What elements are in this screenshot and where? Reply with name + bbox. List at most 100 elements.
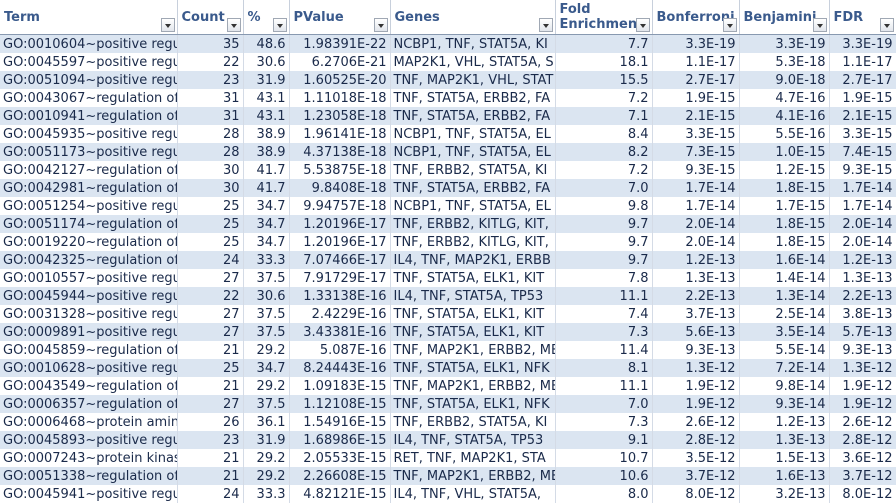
cell-bonf: 1.9E-12 [652, 395, 740, 413]
cell-benj: 2.5E-14 [739, 305, 830, 323]
column-header-pct[interactable]: % [243, 0, 290, 35]
cell-fold: 11.1 [555, 377, 653, 395]
cell-fdr: 3.8E-13 [829, 305, 896, 323]
filter-dropdown-icon[interactable] [635, 18, 650, 32]
cell-pct: 29.2 [243, 341, 290, 359]
table-row[interactable]: GO:0051338~regulation of 21 29.2 2.26608E-1… [0, 467, 896, 485]
cell-bonf: 2.1E-15 [652, 107, 740, 125]
cell-term: GO:0010604~positive regu [0, 34, 178, 53]
cell-fdr: 3.7E-12 [829, 467, 896, 485]
filter-dropdown-icon[interactable] [879, 18, 894, 32]
table-row[interactable]: GO:0051254~positive regu 25 34.7 9.94757E-1… [0, 197, 896, 215]
table-row[interactable]: GO:0042325~regulation of 24 33.3 7.07466E-1… [0, 251, 896, 269]
table-row[interactable]: GO:0010941~regulation of 31 43.1 1.23058E-1… [0, 107, 896, 125]
column-header-benj[interactable]: Benjamini [739, 0, 830, 35]
cell-bonf: 3.7E-13 [652, 305, 740, 323]
cell-term: GO:0051338~regulation of [0, 467, 178, 485]
cell-bonf: 3.5E-12 [652, 449, 740, 467]
cell-bonf: 1.9E-12 [652, 377, 740, 395]
cell-count: 31 [177, 107, 244, 125]
table-row[interactable]: GO:0043549~regulation of 21 29.2 1.09183E-1… [0, 377, 896, 395]
cell-genes: TNF, STAT5A, ELK1, KIT [390, 323, 556, 341]
table-row[interactable]: GO:0031328~positive regu 27 37.5 2.4229E-16… [0, 305, 896, 323]
cell-count: 31 [177, 89, 244, 107]
table-row[interactable]: GO:0007243~protein kinas 21 29.2 2.05533E-1… [0, 449, 896, 467]
table-row[interactable]: GO:0010628~positive regu 25 34.7 8.24443E-1… [0, 359, 896, 377]
cell-term: GO:0045935~positive regu [0, 125, 178, 143]
table-row[interactable]: GO:0045935~positive regu 28 38.9 1.96141E-1… [0, 125, 896, 143]
table-row[interactable]: GO:0042981~regulation of 30 41.7 9.8408E-18… [0, 179, 896, 197]
cell-fold: 9.7 [555, 215, 653, 233]
column-header-genes[interactable]: Genes [390, 0, 556, 35]
table-row[interactable]: GO:0006468~protein amin 26 36.1 1.54916E-15… [0, 413, 896, 431]
cell-fold: 9.7 [555, 233, 653, 251]
cell-term: GO:0042981~regulation of [0, 179, 178, 197]
table-row[interactable]: GO:0045893~positive regu 23 31.9 1.68986E-1… [0, 431, 896, 449]
cell-term: GO:0006468~protein amin [0, 413, 178, 431]
cell-fdr: 1.3E-12 [829, 359, 896, 377]
table-row[interactable]: GO:0006357~regulation of 27 37.5 1.12108E-1… [0, 395, 896, 413]
cell-bonf: 9.3E-13 [652, 341, 740, 359]
cell-genes: IL4, TNF, VHL, STAT5A, [390, 485, 556, 503]
cell-bonf: 9.3E-15 [652, 161, 740, 179]
cell-bonf: 3.7E-12 [652, 467, 740, 485]
cell-fold: 10.6 [555, 467, 653, 485]
cell-bonf: 8.0E-12 [652, 485, 740, 503]
table-row[interactable]: GO:0010557~positive regu 27 37.5 7.91729E-1… [0, 269, 896, 287]
cell-fdr: 1.7E-14 [829, 197, 896, 215]
table-row[interactable]: GO:0019220~regulation of 25 34.7 1.20196E-1… [0, 233, 896, 251]
cell-pct: 34.7 [243, 233, 290, 251]
cell-genes: TNF, STAT5A, ERBB2, FA [390, 179, 556, 197]
table-row[interactable]: GO:0051094~positive regu 23 31.9 1.60525E-2… [0, 71, 896, 89]
cell-count: 21 [177, 377, 244, 395]
cell-benj: 1.8E-15 [739, 215, 830, 233]
cell-genes: TNF, STAT5A, ERBB2, FA [390, 89, 556, 107]
cell-bonf: 2.7E-17 [652, 71, 740, 89]
cell-fold: 7.3 [555, 323, 653, 341]
cell-term: GO:0031328~positive regu [0, 305, 178, 323]
cell-genes: TNF, STAT5A, ELK1, KIT [390, 305, 556, 323]
filter-dropdown-icon[interactable] [373, 18, 388, 32]
cell-count: 22 [177, 53, 244, 71]
column-header-fold[interactable]: Fold Enrichment [555, 0, 653, 35]
filter-dropdown-icon[interactable] [226, 18, 241, 32]
cell-benj: 5.5E-16 [739, 125, 830, 143]
table-row[interactable]: GO:0042127~regulation of 30 41.7 5.53875E-1… [0, 161, 896, 179]
header-row: Term Count% PValue Genes Fold Enrichment Bonf… [0, 0, 896, 35]
table-row[interactable]: GO:0010604~positive regu 35 48.6 1.98391E-2… [0, 34, 896, 53]
cell-genes: TNF, STAT5A, ELK1, NFK [390, 395, 556, 413]
cell-benj: 1.5E-13 [739, 449, 830, 467]
cell-benj: 5.3E-18 [739, 53, 830, 71]
cell-term: GO:0009891~positive regu [0, 323, 178, 341]
cell-genes: IL4, TNF, STAT5A, TP53 [390, 287, 556, 305]
table-row[interactable]: GO:0051174~regulation of 25 34.7 1.20196E-1… [0, 215, 896, 233]
column-header-count[interactable]: Count [177, 0, 244, 35]
table-row[interactable]: GO:0051173~positive regu 28 38.9 4.37138E-1… [0, 143, 896, 161]
cell-pct: 33.3 [243, 485, 290, 503]
filter-dropdown-icon[interactable] [272, 18, 287, 32]
cell-bonf: 1.7E-14 [652, 179, 740, 197]
table-row[interactable]: GO:0045859~regulation of 21 29.2 5.087E-16 T… [0, 341, 896, 359]
table-row[interactable]: GO:0045941~positive regu 24 33.3 4.82121E-1… [0, 485, 896, 503]
table-row[interactable]: GO:0045597~positive regu 22 30.6 6.2706E-21… [0, 53, 896, 71]
table-row[interactable]: GO:0045944~positive regu 22 30.6 1.33138E-1… [0, 287, 896, 305]
filter-dropdown-icon[interactable] [722, 18, 737, 32]
filter-dropdown-icon[interactable] [538, 18, 553, 32]
column-header-bonf[interactable]: Bonferroni [652, 0, 740, 35]
cell-fdr: 2.1E-15 [829, 107, 896, 125]
cell-bonf: 1.7E-14 [652, 197, 740, 215]
cell-count: 21 [177, 341, 244, 359]
cell-genes: TNF, ERBB2, STAT5A, KI [390, 413, 556, 431]
filter-dropdown-icon[interactable] [812, 18, 827, 32]
cell-fold: 7.2 [555, 161, 653, 179]
column-header-term[interactable]: Term [0, 0, 178, 35]
cell-pct: 38.9 [243, 143, 290, 161]
table-row[interactable]: GO:0043067~regulation of 31 43.1 1.11018E-1… [0, 89, 896, 107]
column-header-fdr[interactable]: FDR [829, 0, 896, 35]
cell-bonf: 2.8E-12 [652, 431, 740, 449]
column-header-pvalue[interactable]: PValue [289, 0, 391, 35]
table-row[interactable]: GO:0009891~positive regu 27 37.5 3.43381E-1… [0, 323, 896, 341]
cell-benj: 1.8E-15 [739, 233, 830, 251]
filter-dropdown-icon[interactable] [160, 18, 175, 32]
cell-pvalue: 3.43381E-16 [289, 323, 391, 341]
